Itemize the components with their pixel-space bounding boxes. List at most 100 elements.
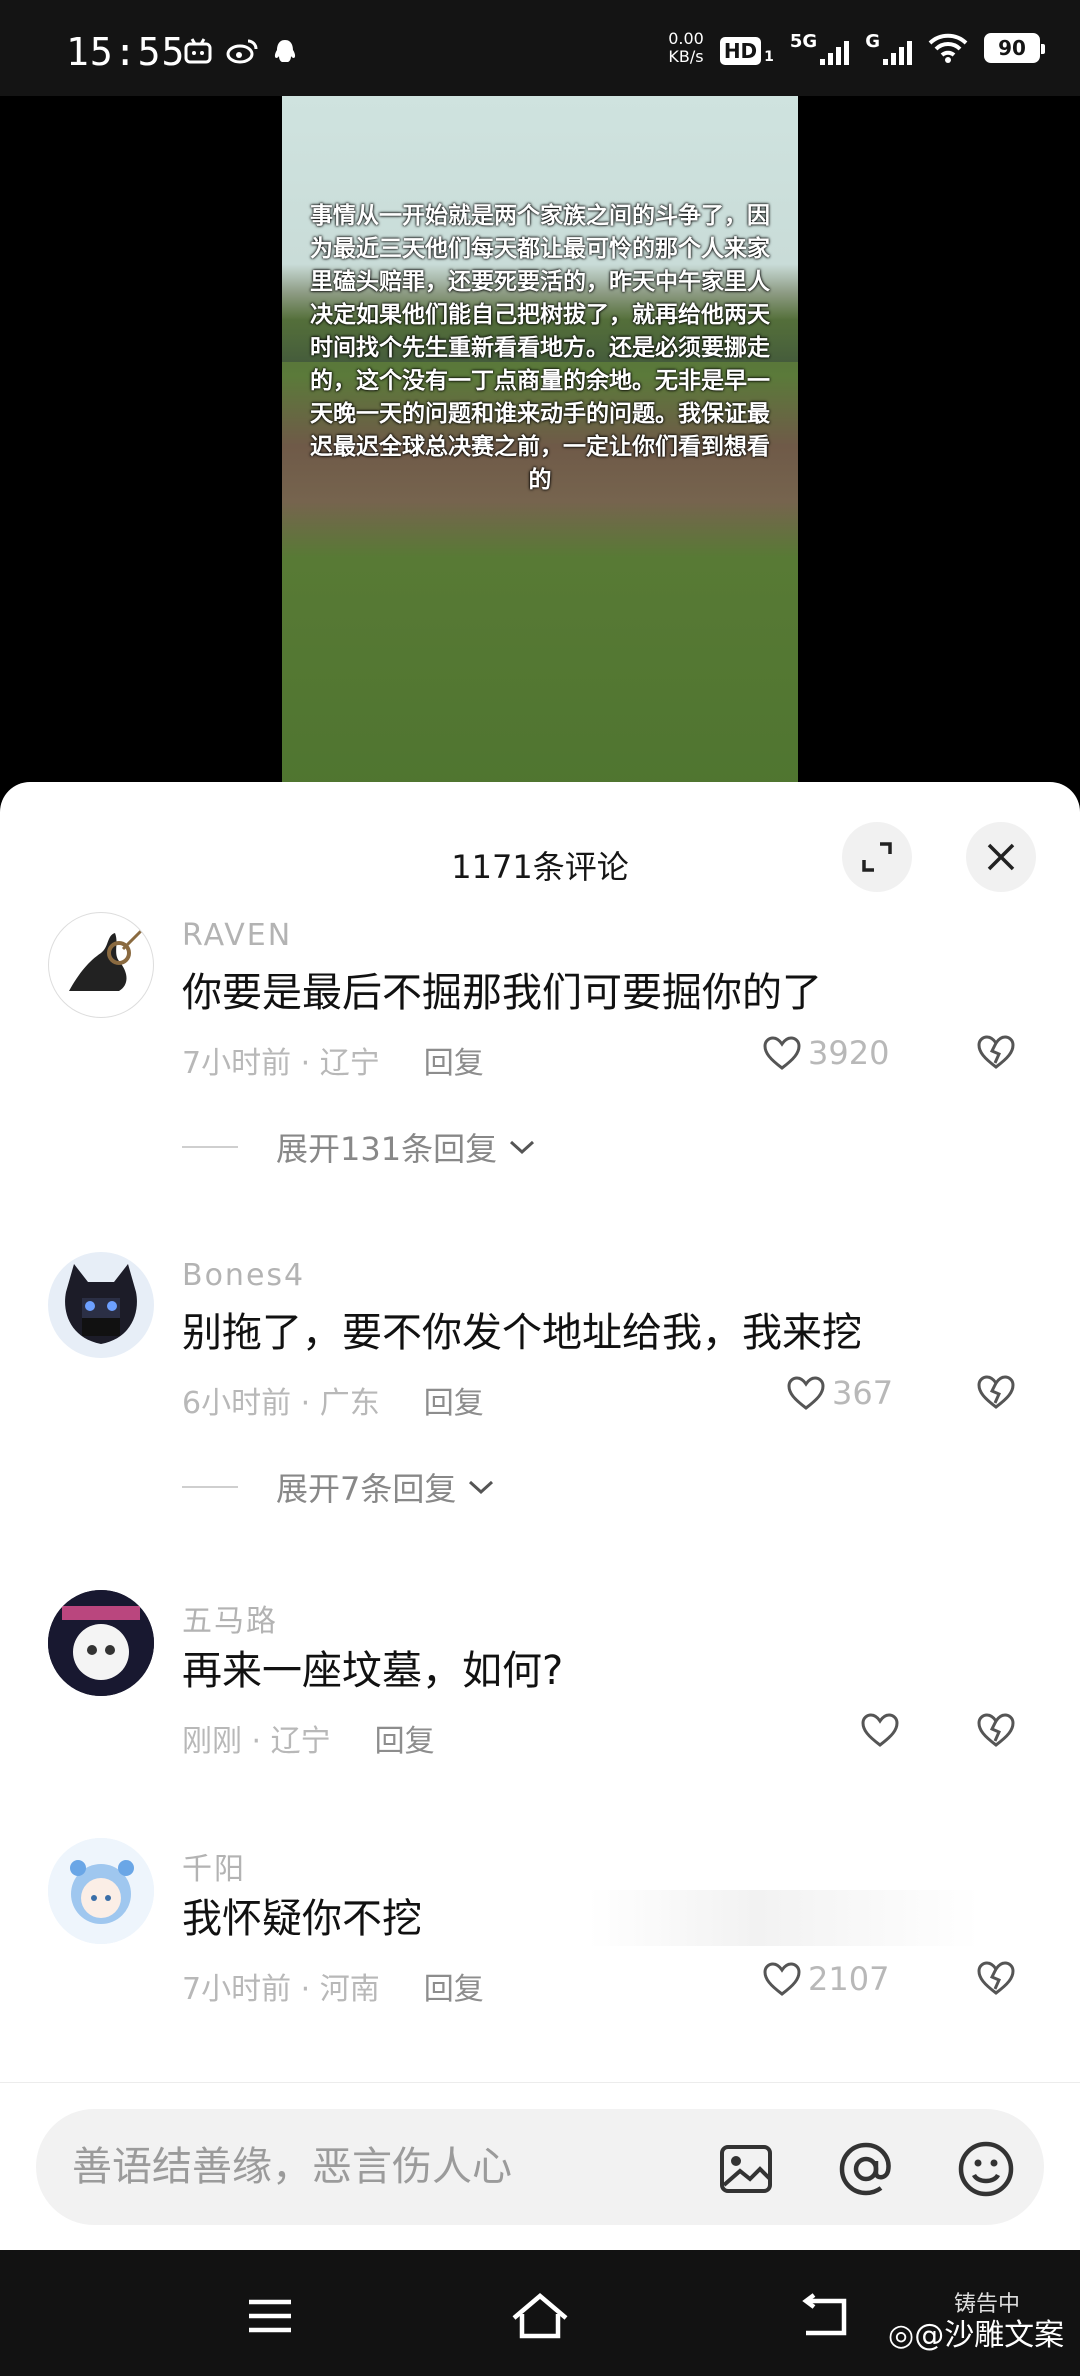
comment-sheet: 1171条评论 RAVEN 你要是最后不掘那我们可要掘你的了 7小时前 · 辽宁… (0, 782, 1080, 2082)
comment-meta: 刚刚 · 辽宁 回复 (182, 1724, 435, 1759)
expand-replies-label: 展开7条回复 (276, 1470, 457, 1508)
avatar-raven-image (69, 929, 143, 991)
expand-replies-label: 展开131条回复 (276, 1130, 498, 1168)
comment-username[interactable]: Bones4 (182, 1258, 305, 1293)
signal-bars-icon (883, 41, 912, 65)
sim1-label: 5G (789, 31, 818, 52)
heart-icon (787, 1376, 825, 1410)
broken-heart-icon (977, 1035, 1015, 1069)
like-count: 367 (832, 1374, 894, 1412)
wifi-icon (928, 33, 968, 63)
expand-replies-button[interactable]: 展开131条回复 (182, 1124, 537, 1170)
avatar[interactable] (48, 1590, 154, 1696)
net-speed-value: 0.00 (668, 29, 704, 48)
like-button[interactable]: 367 (786, 1374, 893, 1412)
signal-sim1: 5G (789, 31, 850, 65)
comment-location: 河南 (319, 1972, 380, 2007)
mention-button[interactable] (836, 2139, 896, 2199)
video-caption: 事情从一开始就是两个家族之间的斗争了，因为最近三天他们每天都让最可怜的那个人来家… (310, 203, 770, 493)
at-icon (839, 2142, 891, 2196)
like-count: 2107 (808, 1960, 890, 1998)
comment-count-title: 1171条评论 (451, 848, 629, 886)
video-area[interactable]: 事情从一开始就是两个家族之间的斗争了，因为最近三天他们每天都让最可怜的那个人来家… (0, 96, 1080, 796)
chevron-down-icon (510, 1140, 535, 1155)
comment-input-bar (0, 2082, 1080, 2250)
comment-location: 辽宁 (319, 1046, 380, 1081)
avatar[interactable] (48, 1252, 154, 1358)
expand-icon (862, 842, 892, 872)
divider-dash (182, 1146, 238, 1148)
status-time: 15:55 (66, 30, 186, 74)
avatar-wumalu-image (48, 1590, 154, 1696)
dislike-button[interactable] (976, 1960, 1016, 2000)
menu-icon (249, 2299, 291, 2333)
sim2-label: G (865, 31, 880, 52)
comment-text: 别拖了，要不你发个地址给我，我来挖 (182, 1310, 862, 1356)
signal-sim2: G (865, 31, 912, 65)
comment-meta: 6小时前 · 广东 回复 (182, 1386, 484, 1421)
home-icon (512, 2293, 568, 2339)
dislike-button[interactable] (976, 1374, 1016, 1414)
spoiler-blur (420, 1890, 980, 1946)
hd-badge: HD (719, 37, 762, 65)
back-icon (802, 2293, 847, 2336)
reply-button[interactable]: 回复 (424, 1972, 484, 2007)
comment-time: 7小时前 (182, 1972, 292, 2007)
chevron-down-icon (469, 1480, 494, 1495)
dislike-button[interactable] (976, 1712, 1016, 1752)
comment-location: 辽宁 (270, 1724, 331, 1759)
comment-text: 再来一座坟墓，如何? (182, 1648, 564, 1694)
comment-input[interactable] (72, 2109, 632, 2225)
dislike-button[interactable] (976, 1034, 1016, 1074)
like-count: 3920 (808, 1034, 890, 1072)
like-button[interactable] (860, 1712, 906, 1748)
reply-button[interactable]: 回复 (424, 1046, 484, 1081)
back-nav-button[interactable] (796, 2286, 856, 2346)
comment-time: 6小时前 (182, 1386, 292, 1421)
emoji-button[interactable] (956, 2139, 1016, 2199)
like-button[interactable]: 3920 (762, 1034, 889, 1072)
comment-input-pill[interactable] (36, 2109, 1044, 2225)
comment-time: 7小时前 (182, 1046, 292, 1081)
net-speed-unit: KB/s (668, 47, 704, 66)
comment-meta: 7小时前 · 河南 回复 (182, 1972, 484, 2007)
heart-icon (763, 1036, 801, 1070)
avatar-bones-image (65, 1264, 137, 1344)
avatar[interactable] (48, 1838, 154, 1944)
comment-text: 我怀疑你不挖 (182, 1896, 422, 1942)
like-button[interactable]: 2107 (762, 1960, 889, 1998)
signal-bars-icon (820, 41, 850, 65)
watermark: ◎@沙雕文案 (888, 2310, 1064, 2354)
menu-nav-button[interactable] (240, 2286, 300, 2346)
net-speed: 0.00 KB/s (668, 30, 704, 66)
fullscreen-button[interactable] (842, 822, 912, 892)
battery-icon: 90 (984, 33, 1045, 63)
notification-icons (184, 38, 298, 66)
image-button[interactable] (716, 2139, 776, 2199)
heart-icon (763, 1962, 801, 1996)
heart-icon (861, 1713, 899, 1747)
bilibili-icon (184, 38, 212, 64)
comment-time: 刚刚 (182, 1724, 242, 1759)
comment-username[interactable]: 千阳 (182, 1844, 246, 1888)
hd-indicator: HD 1 (719, 31, 774, 65)
home-nav-button[interactable] (510, 2286, 570, 2346)
avatar[interactable] (48, 912, 154, 1018)
close-icon (987, 843, 1015, 871)
reply-button[interactable]: 回复 (375, 1724, 435, 1759)
image-icon (720, 2145, 772, 2193)
weibo-icon: ◎ (888, 2318, 915, 2353)
qq-icon (274, 40, 296, 62)
comment-username[interactable]: 五马路 (182, 1596, 278, 1640)
expand-replies-button[interactable]: 展开7条回复 (182, 1464, 496, 1510)
comment-text: 你要是最后不掘那我们可要掘你的了 (182, 970, 822, 1016)
close-button[interactable] (966, 822, 1036, 892)
hd-sub: 1 (764, 49, 774, 65)
comment-meta: 7小时前 · 辽宁 回复 (182, 1046, 484, 1081)
comment-location: 广东 (319, 1386, 380, 1421)
emoji-icon (958, 2141, 1014, 2197)
broken-heart-icon (977, 1375, 1015, 1409)
reply-button[interactable]: 回复 (424, 1386, 484, 1421)
weibo-icon (226, 39, 258, 64)
comment-username[interactable]: RAVEN (182, 918, 292, 953)
